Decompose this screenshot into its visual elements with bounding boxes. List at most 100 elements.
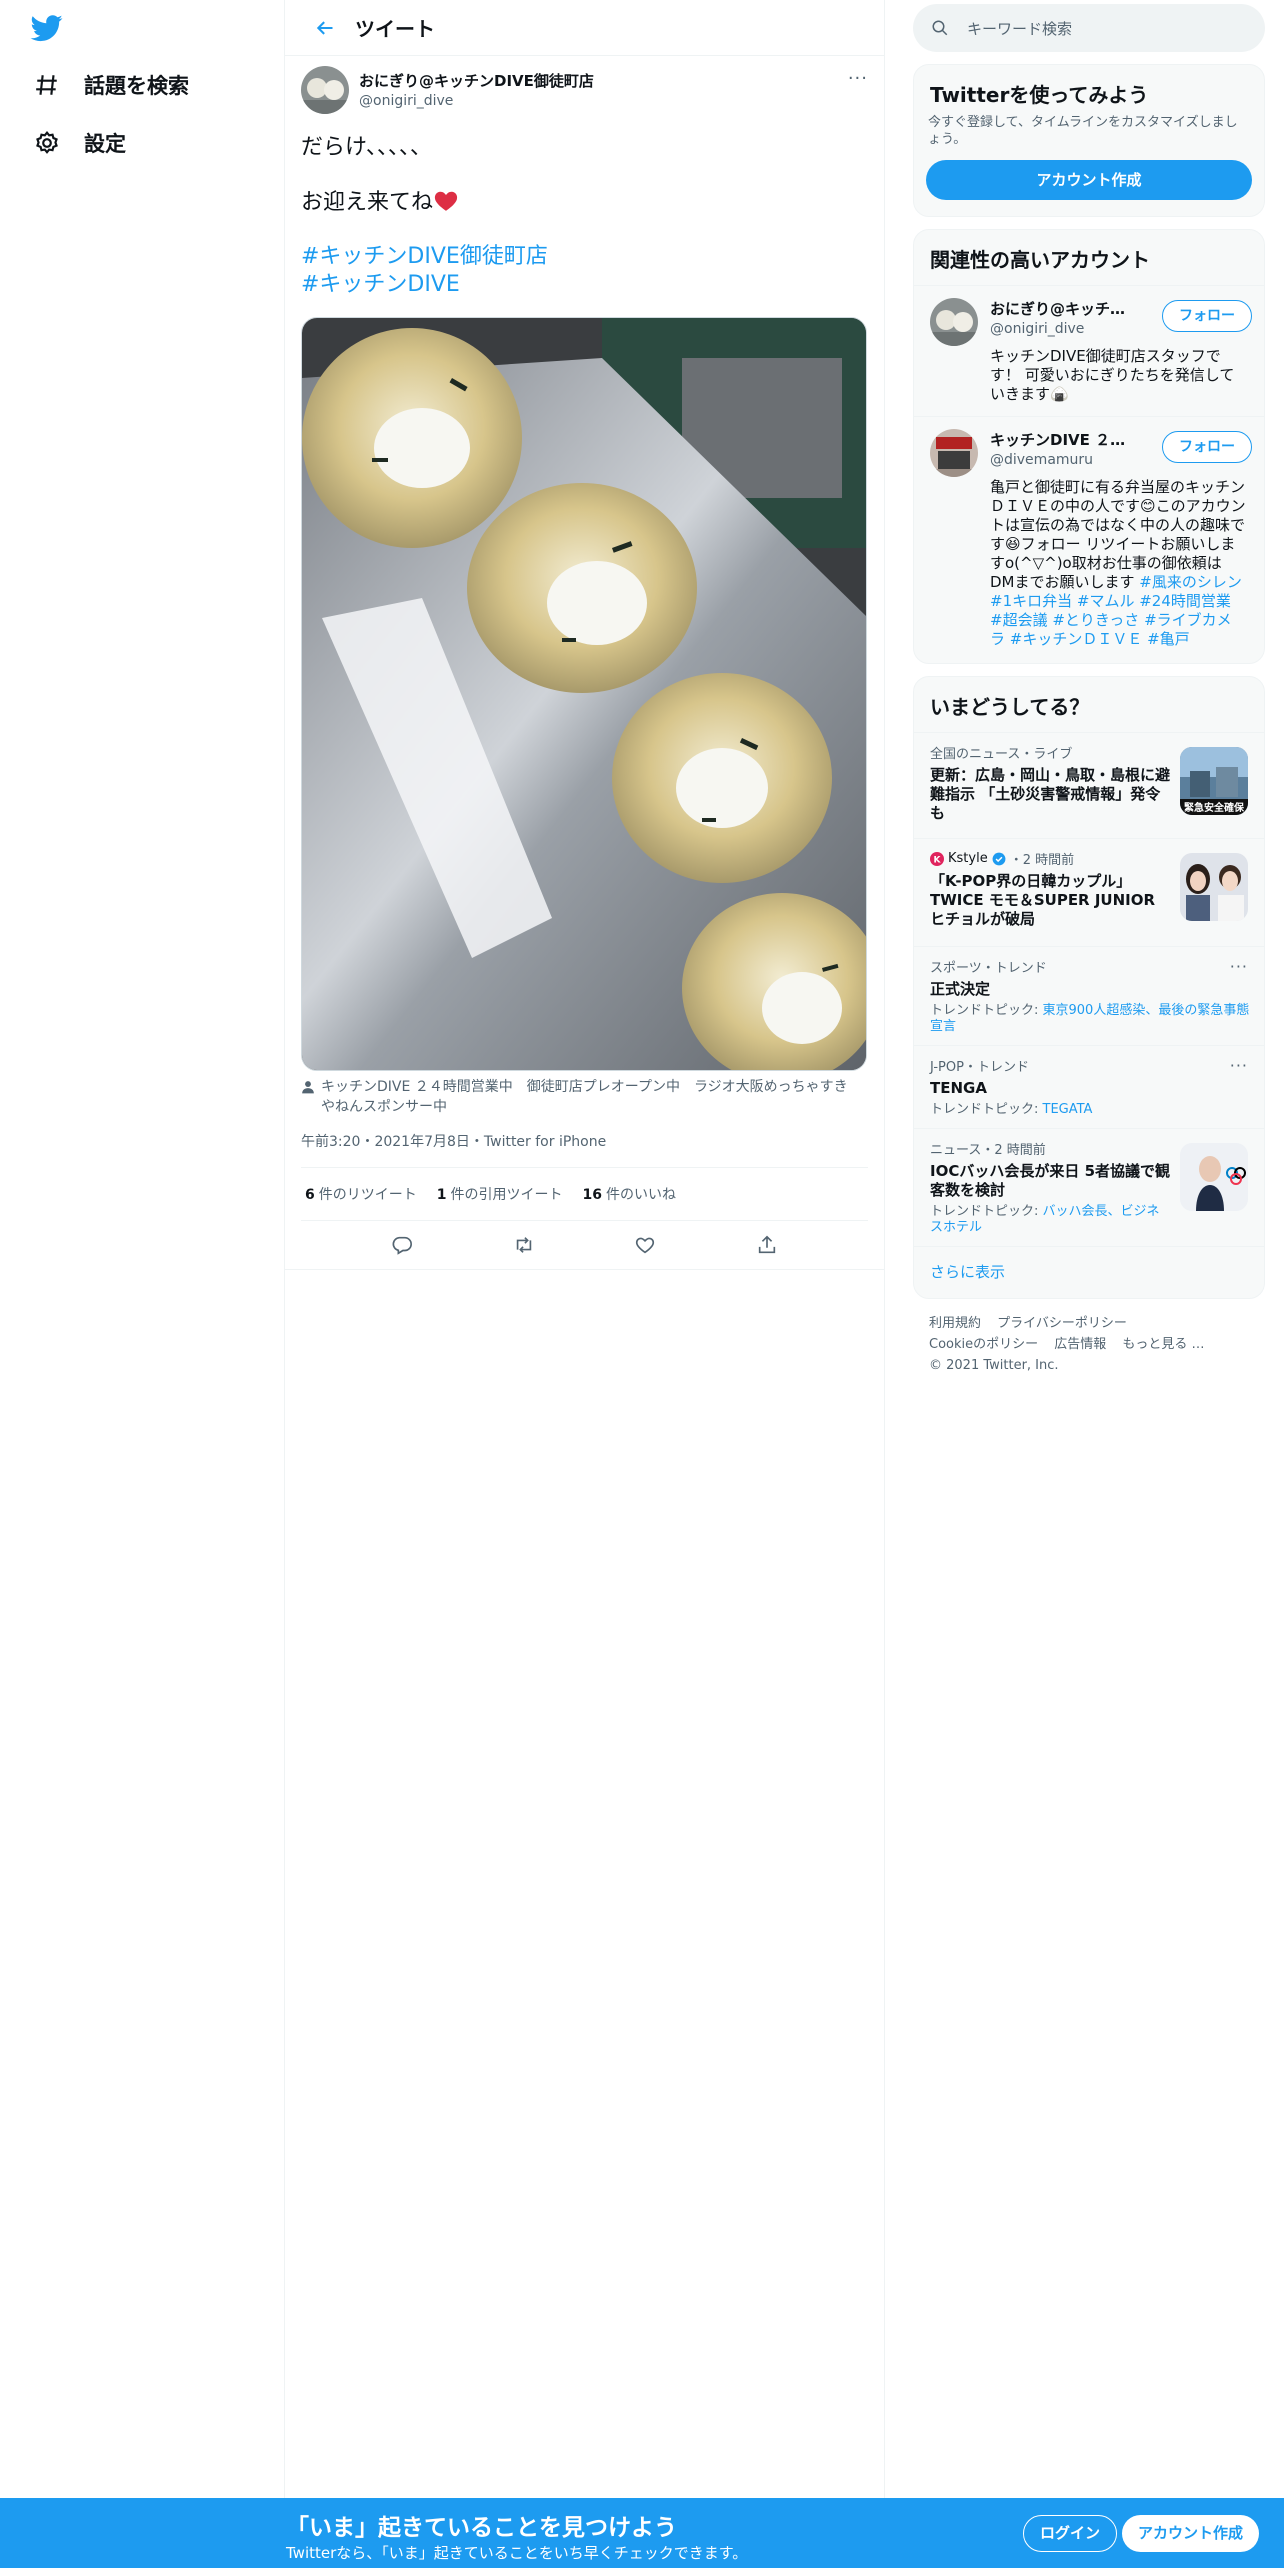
account-item[interactable]: おにぎり@キッチンDIVE御徒町店 @onigiri_dive キッチンDIVE… xyxy=(914,285,1264,416)
trend-thumbnail: 緊急安全確保 xyxy=(1180,747,1248,815)
more-options-icon[interactable]: ··· xyxy=(1230,957,1248,976)
tweet-line-2-text: お迎え来てね xyxy=(301,190,434,215)
trend-topic-label: トレンドトピック: xyxy=(930,1003,1043,1018)
tweet-line-2: お迎え来てね xyxy=(301,188,868,217)
signup-button[interactable]: アカウント作成 xyxy=(1122,2515,1260,2552)
quotes-count: 1 xyxy=(436,1187,447,1203)
nav-settings-label: 設定 xyxy=(84,132,126,156)
author-handle[interactable]: @onigiri_dive xyxy=(359,93,594,109)
trend-item[interactable]: 全国のニュース・ライブ 更新：広島・岡山・鳥取・島根に避難指示 「土砂災害警戒情… xyxy=(914,732,1264,838)
more-options-icon[interactable]: ··· xyxy=(1230,1056,1248,1075)
main-column: ツイート おにぎり@キッチンDIVE御徒町店 @onigiri_dive ···… xyxy=(285,0,885,2500)
trend-item[interactable]: ニュース・2 時間前 IOCバッハ会長が来日 5者協議で観客数を検討 トレンドト… xyxy=(914,1128,1264,1246)
retweets-count: 6 xyxy=(305,1187,315,1203)
retweet-icon[interactable] xyxy=(513,1234,535,1256)
tweet-actions xyxy=(301,1221,868,1269)
relevant-accounts-title: 関連性の高いアカウント xyxy=(930,248,1150,272)
right-sidebar: キーワード検索 Twitterを使ってみよう 今すぐ登録して、タイムラインをカス… xyxy=(913,0,1265,1390)
more-options-icon[interactable]: ··· xyxy=(848,68,868,89)
trend-topic-label: トレンドトピック: xyxy=(930,1102,1043,1117)
person-icon xyxy=(302,1081,314,1094)
tweet-stats: 6 件のリツイート 1 件の引用ツイート 16 件のいいね xyxy=(301,1168,868,1221)
signup-card: Twitterを使ってみよう 今すぐ登録して、タイムラインをカスタマイズしましょ… xyxy=(913,64,1265,217)
footer: 利用規約 プライバシーポリシー Cookieのポリシー 広告情報 もっと見る …… xyxy=(913,1299,1265,1390)
trend-title: 正式決定 xyxy=(930,980,991,998)
account-item[interactable]: キッチンDIVE ２４時間営業中 @divemamuru 亀戸と御徒町に有る弁当… xyxy=(914,416,1264,663)
tweet-line-1: だらけ、、、、、 xyxy=(301,135,432,160)
privacy-link[interactable]: プライバシーポリシー xyxy=(997,1316,1127,1331)
search-input[interactable]: キーワード検索 xyxy=(967,18,1072,39)
account-avatar[interactable] xyxy=(930,429,978,477)
trend-topic: トレンドトピック: バッハ会長、ビジネスホテル xyxy=(930,1204,1170,1236)
svg-text:K: K xyxy=(934,855,942,865)
likes-label: 件のいいね xyxy=(605,1187,676,1203)
follow-button[interactable]: フォロー xyxy=(1162,300,1252,332)
account-name[interactable]: おにぎり@キッチンDIVE御徒町店 xyxy=(990,298,1140,319)
nav-settings[interactable]: 設定 xyxy=(34,128,126,158)
arrow-left-icon xyxy=(316,20,333,35)
create-account-button[interactable]: アカウント作成 xyxy=(926,160,1252,200)
more-link[interactable]: もっと見る … xyxy=(1122,1337,1204,1352)
show-more-link[interactable]: さらに表示 xyxy=(914,1246,1264,1298)
red-heart-icon xyxy=(434,191,458,211)
nav-explore[interactable]: 話題を検索 xyxy=(34,70,189,100)
trend-item[interactable]: スポーツ・トレンド ··· 正式決定 トレンドトピック: 東京900人超感染、最… xyxy=(914,946,1264,1045)
trend-source: Kstyle xyxy=(948,851,988,866)
tweet-text: だらけ、、、、、 お迎え来てね #キッチンDIVE御徒町店 #キッチンDIVE xyxy=(301,134,868,299)
left-navigation: 話題を検索 設定 xyxy=(0,0,285,2500)
search-box[interactable]: キーワード検索 xyxy=(913,4,1265,52)
trend-thumbnail-text: 緊急安全確保 xyxy=(1184,801,1245,814)
retweets-label: 件のリツイート xyxy=(318,1187,417,1203)
bottom-signup-bar: 「いま」起きていることを見つけよう Twitterなら、「いま」起きていることを… xyxy=(0,2498,1284,2568)
share-icon[interactable] xyxy=(756,1234,778,1256)
back-button[interactable] xyxy=(297,0,353,56)
login-button[interactable]: ログイン xyxy=(1023,2515,1118,2552)
trend-time: ・2 時間前 xyxy=(1009,853,1075,868)
bottom-bar-subtitle: Twitterなら、「いま」起きていることをいち早くチェックできます。 xyxy=(286,2544,748,2562)
quotes-stat[interactable]: 1 件の引用ツイート xyxy=(437,1184,563,1204)
likes-stat[interactable]: 16 件のいいね xyxy=(583,1184,676,1204)
page-title: ツイート xyxy=(355,17,435,41)
account-name[interactable]: キッチンDIVE ２４時間営業中 xyxy=(990,429,1140,450)
twitter-logo-icon[interactable] xyxy=(28,12,66,44)
author-avatar[interactable] xyxy=(301,66,349,114)
trend-item[interactable]: K Kstyle ・2 時間前 「K-POP界の日韓カップル」TWICE モモ＆… xyxy=(914,838,1264,946)
ads-info-link[interactable]: 広告情報 xyxy=(1054,1337,1106,1352)
trend-thumbnail xyxy=(1180,1143,1248,1211)
trend-topic-label: トレンドトピック: xyxy=(930,1204,1043,1219)
follow-button[interactable]: フォロー xyxy=(1162,431,1252,463)
hashtag-link-1[interactable]: #キッチンDIVE御徒町店 xyxy=(301,244,548,269)
trend-context: J-POP・トレンド xyxy=(930,1060,1029,1075)
account-avatar[interactable] xyxy=(930,298,978,346)
like-icon[interactable] xyxy=(634,1234,656,1256)
trend-topic: トレンドトピック: 東京900人超感染、最後の緊急事態宣言 xyxy=(930,1003,1250,1035)
photo-tag-caption[interactable]: キッチンDIVE ２４時間営業中 御徒町店プレオープン中 ラジオ大阪めっちゃすき… xyxy=(301,1077,868,1117)
trend-item[interactable]: J-POP・トレンド ··· TENGA トレンドトピック: TEGATA xyxy=(914,1045,1264,1128)
kstyle-logo-icon: K xyxy=(930,851,944,866)
search-icon xyxy=(932,20,948,36)
tweet-photo[interactable] xyxy=(301,317,867,1071)
bottom-bar-title: 「いま」起きていることを見つけよう xyxy=(286,2515,677,2541)
tweet-timestamp[interactable]: 午前3:20・2021年7月8日・Twitter for iPhone xyxy=(301,1131,868,1168)
reply-icon[interactable] xyxy=(391,1234,413,1256)
quotes-label: 件の引用ツイート xyxy=(450,1187,563,1203)
hashtag-link-2[interactable]: #キッチンDIVE xyxy=(301,272,460,297)
trend-topic-value[interactable]: TEGATA xyxy=(1043,1102,1093,1117)
account-bio: 亀戸と御徒町に有る弁当屋のキッチンＤＩＶＥの中の人です😊このアカウントは宣伝の為… xyxy=(990,478,1246,649)
top-bar: ツイート xyxy=(285,0,884,56)
tweet: おにぎり@キッチンDIVE御徒町店 @onigiri_dive ··· だらけ、… xyxy=(285,56,884,1270)
trend-title: 更新：広島・岡山・鳥取・島根に避難指示 「土砂災害警戒情報」発令も xyxy=(930,766,1171,822)
nav-explore-label: 話題を検索 xyxy=(84,74,189,98)
cookie-link[interactable]: Cookieのポリシー xyxy=(929,1337,1038,1352)
trend-topic: トレンドトピック: TEGATA xyxy=(930,1102,1250,1118)
terms-link[interactable]: 利用規約 xyxy=(929,1316,981,1331)
trend-title: 「K-POP界の日韓カップル」TWICE モモ＆SUPER JUNIOR ヒチョ… xyxy=(930,872,1156,928)
retweets-stat[interactable]: 6 件のリツイート xyxy=(305,1184,417,1204)
trend-thumbnail xyxy=(1180,853,1248,921)
verified-badge-icon xyxy=(992,852,1006,865)
author-name[interactable]: おにぎり@キッチンDIVE御徒町店 xyxy=(359,70,594,91)
tweet-author: おにぎり@キッチンDIVE御徒町店 @onigiri_dive ··· xyxy=(301,66,868,118)
signup-card-text: 今すぐ登録して、タイムラインをカスタマイズしましょう。 xyxy=(928,115,1238,147)
relevant-accounts-card: 関連性の高いアカウント おにぎり@キッチンDIVE御徒町店 @onigiri_d… xyxy=(913,229,1265,664)
copyright: © 2021 Twitter, Inc. xyxy=(929,1358,1059,1373)
